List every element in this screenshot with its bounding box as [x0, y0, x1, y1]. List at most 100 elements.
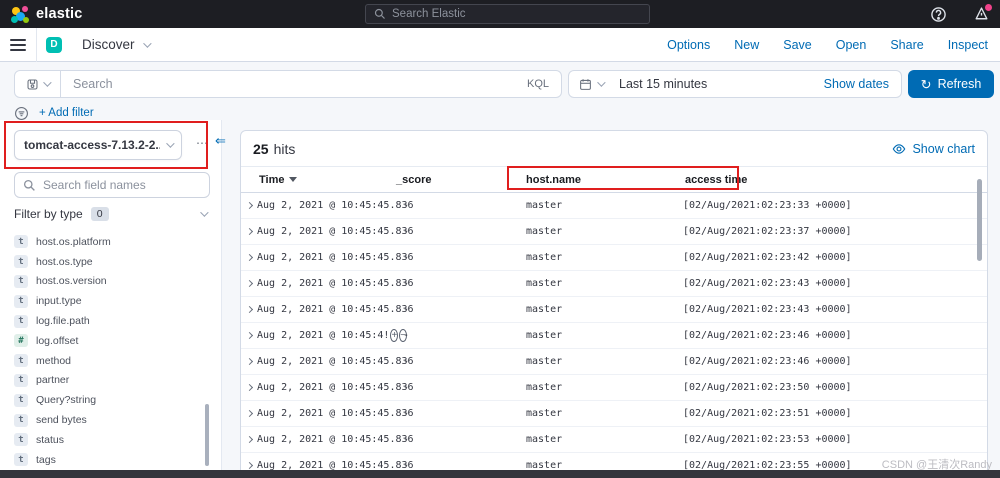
expand-row-icon[interactable] — [241, 411, 257, 416]
table-row[interactable]: Aug 2, 2021 @ 10:45:45.836 - master [02/… — [241, 349, 987, 375]
field-list-item[interactable]: t input.type — [14, 291, 206, 311]
search-icon — [23, 179, 36, 192]
expand-row-icon[interactable] — [241, 255, 257, 260]
field-type-icon: t — [14, 235, 28, 248]
table-row[interactable]: Aug 2, 2021 @ 10:45:45.836 - master [02/… — [241, 271, 987, 297]
alerts-icon[interactable] — [973, 6, 990, 23]
elastic-logo[interactable]: elastic — [10, 5, 83, 24]
field-list-item[interactable]: t method — [14, 351, 206, 371]
cell-access-time: [02/Aug/2021:02:23:33 +0000] — [683, 200, 987, 211]
expand-row-icon[interactable] — [241, 281, 257, 286]
field-list-item[interactable]: t partner — [14, 371, 206, 391]
show-chart-button[interactable]: Show chart — [892, 142, 975, 156]
options-button[interactable]: Options — [667, 38, 710, 52]
field-list-item[interactable]: t host.os.version — [14, 272, 206, 292]
cell-time: Aug 2, 2021 @ 10:45:45.836 — [257, 356, 394, 367]
expand-row-icon[interactable] — [241, 333, 257, 338]
global-search-input[interactable]: Search Elastic — [365, 4, 650, 24]
field-name: partner — [36, 374, 69, 386]
column-header-score[interactable]: _score — [394, 174, 524, 186]
cell-time: Aug 2, 2021 @ 10:45:45.836 — [257, 200, 394, 211]
table-row[interactable]: Aug 2, 2021 @ 10:45:45.836 - master [02/… — [241, 245, 987, 271]
eye-icon — [892, 142, 906, 156]
cell-score: - — [394, 226, 524, 237]
discover-app-icon[interactable]: D — [46, 37, 62, 53]
index-pattern-selector[interactable]: tomcat-access-7.13.2-2... — [14, 130, 182, 160]
open-button[interactable]: Open — [836, 38, 867, 52]
field-list-item[interactable]: # log.offset — [14, 331, 206, 351]
document-rows: Aug 2, 2021 @ 10:45:45.836 - master [02/… — [241, 193, 987, 478]
cell-hostname: master — [524, 434, 683, 445]
cell-score: - — [394, 252, 524, 263]
share-button[interactable]: Share — [890, 38, 923, 52]
field-list-item[interactable]: t Query?string — [14, 390, 206, 410]
table-row[interactable]: Aug 2, 2021 @ 10:45:45.836 - master [02/… — [241, 375, 987, 401]
field-type-icon: t — [14, 374, 28, 387]
table-row[interactable]: Aug 2, 2021 @ 10:45:45.836 - master [02/… — [241, 427, 987, 453]
expand-row-icon[interactable] — [241, 203, 257, 208]
results-panel: 25 hits Show chart Time _score host.name… — [240, 130, 988, 478]
field-list-item[interactable]: t host.os.type — [14, 252, 206, 272]
chevron-down-icon — [143, 39, 151, 47]
cell-access-time: [02/Aug/2021:02:23:42 +0000] — [683, 252, 987, 263]
calendar-icon — [579, 78, 592, 91]
cell-access-time: [02/Aug/2021:02:23:43 +0000] — [683, 278, 987, 289]
table-row[interactable]: Aug 2, 2021 @ 10:45:45.836 - master [02/… — [241, 193, 987, 219]
collapse-sidebar-icon[interactable]: ⇐ — [215, 133, 226, 149]
breadcrumb-label: Discover — [82, 37, 135, 52]
breadcrumb[interactable]: Discover — [82, 37, 149, 52]
field-list-item[interactable]: t tags — [14, 450, 206, 470]
field-name: status — [36, 434, 64, 446]
top-nav-links: Options New Save Open Share Inspect — [667, 28, 988, 62]
bottom-scrollbar-strip[interactable] — [0, 470, 1000, 478]
menu-icon[interactable] — [10, 39, 26, 51]
cell-score: - — [394, 356, 524, 367]
expand-row-icon[interactable] — [241, 307, 257, 312]
sidebar-scrollbar[interactable] — [205, 404, 209, 466]
save-button[interactable]: Save — [783, 38, 812, 52]
add-filter-button[interactable]: + Add filter — [39, 107, 94, 119]
expand-row-icon[interactable] — [241, 229, 257, 234]
filter-by-type-label: Filter by type — [14, 207, 83, 221]
field-name: log.offset — [36, 335, 78, 347]
show-dates-button[interactable]: Show dates — [824, 77, 901, 91]
index-options-icon[interactable]: ⋯ — [196, 136, 209, 150]
expand-row-icon[interactable] — [241, 385, 257, 390]
table-row[interactable]: Aug 2, 2021 @ 10:45:45.836 - master [02/… — [241, 297, 987, 323]
table-row[interactable]: Aug 2, 2021 @ 10:45:45.836 - master [02/… — [241, 401, 987, 427]
query-search-input[interactable]: Search KQL — [14, 70, 562, 98]
new-button[interactable]: New — [734, 38, 759, 52]
inspect-button[interactable]: Inspect — [948, 38, 988, 52]
field-name: input.type — [36, 295, 82, 307]
filter-by-type-button[interactable]: Filter by type 0 — [14, 202, 210, 226]
field-list-item[interactable]: t log.file.path — [14, 311, 206, 331]
cell-hostname: master — [524, 356, 683, 367]
column-header-time[interactable]: Time — [257, 174, 394, 186]
cell-score: - — [394, 304, 524, 315]
table-scrollbar[interactable] — [977, 179, 982, 261]
table-row[interactable]: Aug 2, 2021 @ 10:45:4!+− - master [02/Au… — [241, 323, 987, 349]
field-list-item[interactable]: t host.os.platform — [14, 232, 206, 252]
expand-row-icon[interactable] — [241, 359, 257, 364]
refresh-button[interactable]: ↻ Refresh — [908, 70, 994, 98]
kql-switch[interactable]: KQL — [527, 78, 561, 90]
search-icon — [374, 8, 386, 20]
refresh-label: Refresh — [938, 77, 982, 91]
expand-row-icon[interactable] — [241, 437, 257, 442]
cell-access-time: [02/Aug/2021:02:23:53 +0000] — [683, 434, 987, 445]
table-row[interactable]: Aug 2, 2021 @ 10:45:45.836 - master [02/… — [241, 219, 987, 245]
field-list-item[interactable]: t send bytes — [14, 410, 206, 430]
field-list-item[interactable]: t status — [14, 430, 206, 450]
calendar-button[interactable] — [569, 71, 611, 97]
column-header-access-time[interactable]: access time — [683, 174, 987, 186]
field-search-input[interactable]: Search field names — [14, 172, 210, 198]
time-range-label[interactable]: Last 15 minutes — [619, 77, 824, 91]
cell-access-time: [02/Aug/2021:02:23:37 +0000] — [683, 226, 987, 237]
filter-icon[interactable] — [14, 106, 29, 121]
field-type-icon: # — [14, 334, 28, 347]
help-icon[interactable] — [930, 6, 947, 23]
column-header-hostname[interactable]: host.name — [524, 174, 683, 186]
expand-row-icon[interactable] — [241, 463, 257, 468]
saved-query-button[interactable] — [15, 71, 61, 97]
field-type-icon: t — [14, 394, 28, 407]
